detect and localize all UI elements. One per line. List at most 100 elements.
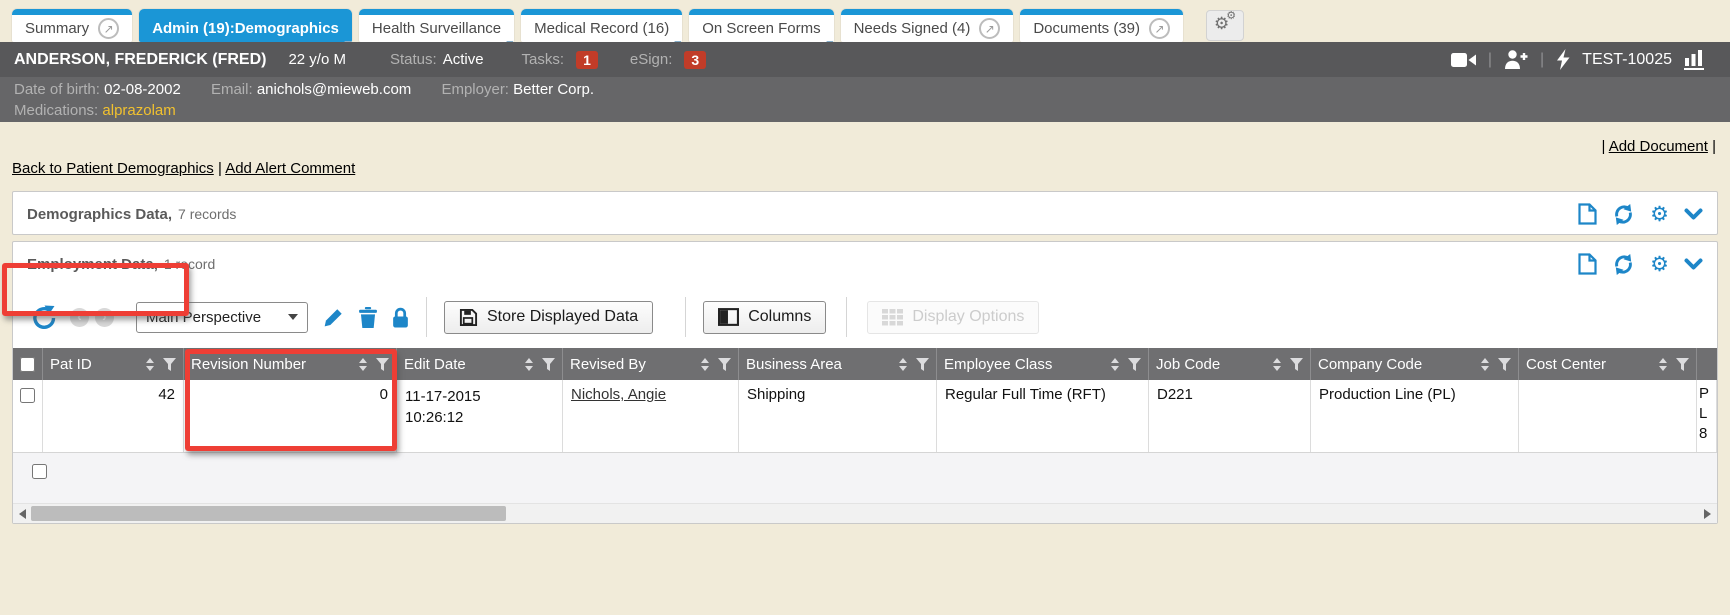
revised-by-link[interactable]: Nichols, Angie [571,386,666,403]
patient-details-line2: Medications: alprazolam [14,100,1716,121]
sort-icon[interactable] [146,358,154,371]
row-checkbox[interactable] [20,388,35,403]
column-header-cost-center[interactable]: Cost Center [1519,348,1697,380]
external-link-icon[interactable]: ↗ [1149,18,1170,39]
filter-funnel-icon[interactable] [542,358,555,371]
scrollbar-thumb[interactable] [31,506,506,521]
sort-icon[interactable] [1481,358,1489,371]
pipe: | [1601,138,1605,155]
gear-icon[interactable]: ⚙ [1650,204,1669,225]
filter-funnel-icon[interactable] [1498,358,1511,371]
medication-link[interactable]: alprazolam [102,102,175,119]
column-header-edit-date[interactable]: Edit Date [397,348,563,380]
select-all-checkbox[interactable] [20,357,35,372]
esign-count-badge[interactable]: 3 [684,51,706,69]
video-camera-icon[interactable] [1451,52,1476,68]
tab-summary[interactable]: Summary ↗ [12,9,132,42]
patient-details-line1: Date of birth: 02-08-2002 Email: anichol… [14,79,1716,100]
filter-funnel-icon[interactable] [1290,358,1303,371]
tab-needs-signed[interactable]: Needs Signed (4) ↗ [841,9,1014,42]
edit-perspective-pencil-icon[interactable] [323,307,344,328]
columns-icon [718,308,739,326]
demographics-panel-count: 7 records [178,206,236,222]
cell-pat-id: 42 [43,380,184,452]
medications-label: Medications: [14,102,98,119]
employer-value: Better Corp. [513,81,594,98]
column-header-job-code[interactable]: Job Code [1149,348,1311,380]
sort-icon[interactable] [359,358,367,371]
sort-icon[interactable] [1273,358,1281,371]
filter-funnel-icon[interactable] [376,358,389,371]
delete-perspective-trash-icon[interactable] [359,307,377,328]
new-document-icon[interactable] [1578,253,1597,275]
sort-icon[interactable] [1111,358,1119,371]
horizontal-scrollbar[interactable] [13,503,1717,523]
pipe: | [1712,138,1716,155]
gear-icon[interactable]: ⚙ [1650,254,1669,275]
sort-icon[interactable] [899,358,907,371]
add-alert-comment-link[interactable]: Add Alert Comment [225,160,355,177]
refresh-icon[interactable] [1612,253,1635,276]
scroll-right-arrow[interactable] [1704,509,1711,519]
filter-funnel-icon[interactable] [916,358,929,371]
cell-edit-date: 11-17-2015 10:26:12 [397,380,563,452]
lock-perspective-icon[interactable] [392,307,409,328]
scroll-left-arrow[interactable] [19,509,26,519]
tasks-label: Tasks: [522,51,565,68]
back-to-demographics-link[interactable]: Back to Patient Demographics [12,160,214,177]
refresh-icon[interactable] [1612,203,1635,226]
chevron-down-icon[interactable] [1684,258,1703,271]
tab-documents[interactable]: Documents (39) ↗ [1020,9,1183,42]
cell-clipped-overflow: P L 8 [1697,380,1717,452]
external-link-icon[interactable]: ↗ [979,18,1000,39]
perspective-select[interactable]: Main Perspective [136,302,308,333]
filter-funnel-icon[interactable] [1128,358,1141,371]
tab-admin-label: Admin (19):Demographics [152,20,339,37]
column-header-business-area[interactable]: Business Area [739,348,937,380]
save-floppy-icon [459,308,478,327]
table-footer-row [13,453,1717,503]
chevron-down-icon[interactable] [1684,208,1703,221]
column-header-pat-id[interactable]: Pat ID [43,348,184,380]
add-document-link[interactable]: Add Document [1609,138,1708,155]
tab-medical-record[interactable]: Medical Record (16) [521,9,682,42]
settings-gears-button[interactable]: ⚙ ⚙ [1206,10,1244,41]
gear-icon-small: ⚙ [1226,11,1236,22]
store-displayed-data-button[interactable]: Store Displayed Data [444,301,653,334]
footer-checkbox[interactable] [32,464,47,479]
tab-on-screen-forms[interactable]: On Screen Forms [689,9,833,42]
add-person-icon[interactable] [1504,50,1528,69]
display-options-button: Display Options [867,301,1039,334]
column-header-employee-class[interactable]: Employee Class [937,348,1149,380]
columns-button[interactable]: Columns [703,301,826,334]
employment-panel-title: Employment Data, [27,256,158,273]
tasks-count-badge[interactable]: 1 [576,51,598,69]
cell-cost-center [1519,380,1697,452]
table-row[interactable]: 42 0 11-17-2015 10:26:12 Nichols, Angie … [13,380,1717,453]
grid-toolbar: ‹ › Main Perspective Store Displayed Dat… [13,286,1717,348]
new-document-icon[interactable] [1578,203,1597,225]
bar-chart-icon[interactable] [1684,50,1704,70]
cell-job-code: D221 [1149,380,1311,452]
next-perspective-button[interactable]: › [95,308,114,327]
previous-perspective-button[interactable]: ‹ [70,308,89,327]
status-label: Status: [390,51,437,68]
column-header-revised-by[interactable]: Revised By [563,348,739,380]
filter-funnel-icon[interactable] [163,358,176,371]
toolbar-divider [846,297,847,337]
column-header-company-code[interactable]: Company Code [1311,348,1519,380]
filter-funnel-icon[interactable] [718,358,731,371]
sort-icon[interactable] [701,358,709,371]
external-link-icon[interactable]: ↗ [98,18,119,39]
record-id: TEST-10025 [1582,51,1672,69]
filter-funnel-icon[interactable] [1676,358,1689,371]
lightning-icon[interactable] [1556,49,1570,70]
dob-label: Date of birth: [14,81,100,98]
reset-perspective-icon[interactable] [31,304,58,330]
sort-icon[interactable] [1659,358,1667,371]
tab-documents-label: Documents (39) [1033,20,1140,37]
sort-icon[interactable] [525,358,533,371]
tab-health-surveillance[interactable]: Health Surveillance [359,9,514,42]
column-header-revision-number[interactable]: Revision Number [184,348,397,380]
tab-admin-demographics[interactable]: Admin (19):Demographics [139,9,352,42]
